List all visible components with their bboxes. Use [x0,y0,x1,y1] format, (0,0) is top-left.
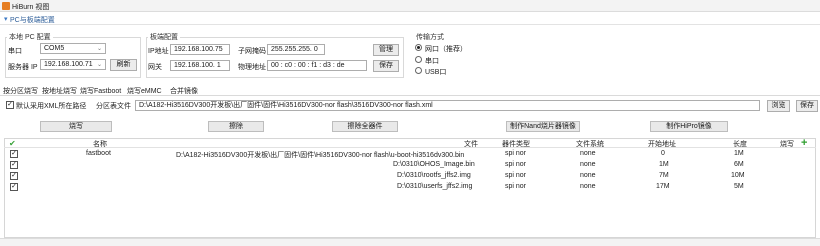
server-ip-value: 192.168.100.71 [44,61,93,68]
row-length: 1M [734,150,744,157]
server-ip-label: 服务器 IP [8,64,38,71]
board-config-group-label: 板端配置 [148,32,180,42]
window-title-bar [0,0,820,12]
add-row-icon[interactable]: + [801,137,807,149]
row-filesystem: none [580,172,596,179]
serial-port-value: COM5 [44,45,65,52]
subnet-mask-input[interactable]: 255.255.255. 0 [267,44,325,55]
row-filesystem: none [580,183,596,190]
row-device-type: spi nor [505,150,527,157]
row-device-type: spi nor [505,161,527,168]
column-header-file: 文件 [464,141,478,148]
row-length: 6M [734,161,744,168]
row-file: D:\A182-Hi3516DV300开发板\出厂固件\固件\Hi3516DV3… [176,152,465,159]
tab-fastboot-burn[interactable]: 烧写Fastboot [80,86,121,96]
tab-address-burn[interactable]: 按地址烧写 [42,86,77,96]
board-save-button[interactable]: 保存 [373,60,399,72]
mac-address-input[interactable]: 00 : c0 : 00 : f1 : d3 : de [267,60,367,71]
row-file: D:\0310\rootfs_jffs2.img [397,172,471,179]
transfer-network-label: 网口（推荐） [425,46,467,53]
row-file: D:\0310\userfs_jffs2.img [397,183,473,190]
chevron-down-icon: ⌄ [96,46,102,52]
ip-address-input[interactable]: 192.168.100.75 [170,44,230,55]
partition-table-file-label: 分区表文件 [96,103,131,110]
row-checkbox[interactable]: ✓ [10,150,18,158]
partition-save-button[interactable]: 保存 [796,100,818,112]
serial-port-select[interactable]: COM5 ⌄ [40,43,106,54]
column-header-device-type: 器件类型 [502,141,530,148]
window-title: HiBurn 视图 [12,4,50,11]
column-header-burn: 烧写 [780,141,794,148]
tab-emmc-burn[interactable]: 烧写eMMC [127,86,162,96]
transfer-usb-label: USB口 [425,69,447,76]
select-all-check-icon[interactable]: ✔ [9,139,16,148]
tab-merge-image[interactable]: 合并镜像 [170,86,198,96]
collapse-chevron-icon[interactable]: ▾ [4,15,8,23]
tab-partition-burn[interactable]: 按分区烧写 [3,86,38,96]
gateway-label: 网关 [148,64,162,71]
xml-default-path-checkbox[interactable]: ✓ [6,101,14,109]
row-start-address: 17M [656,183,670,190]
column-header-start-address: 开始地址 [648,141,676,148]
row-filesystem: none [580,161,596,168]
local-pc-group-label: 本地 PC 配置 [7,32,53,42]
row-checkbox[interactable]: ✓ [10,172,18,180]
row-file: D:\0310\OHOS_Image.bin [393,161,475,168]
status-bar [0,238,820,246]
browse-button[interactable]: 浏览 [767,100,790,112]
server-ip-select[interactable]: 192.168.100.71 ⌄ [40,59,106,70]
ip-address-label: IP地址 [148,48,169,55]
panel-header[interactable] [0,13,820,25]
table-header-divider [4,147,816,148]
transfer-mode-group-label: 传输方式 [414,32,446,42]
row-filesystem: none [580,150,596,157]
mac-address-label: 物理地址 [238,64,266,71]
row-length: 10M [731,172,745,179]
row-name: fastboot [86,150,111,157]
row-start-address: 7M [659,172,669,179]
chevron-down-icon: ⌄ [96,62,102,68]
make-nand-image-button[interactable]: 制作Nand烧片器镜像 [506,121,580,132]
column-header-length: 长度 [733,141,747,148]
refresh-button[interactable]: 刷新 [110,59,137,71]
row-device-type: spi nor [505,183,527,190]
burn-button[interactable]: 烧写 [40,121,112,132]
row-checkbox[interactable]: ✓ [10,183,18,191]
row-checkbox[interactable]: ✓ [10,161,18,169]
row-start-address: 1M [659,161,669,168]
row-start-address: 0 [661,150,665,157]
make-hipro-image-button[interactable]: 制作HiPro镜像 [650,121,728,132]
transfer-serial-label: 串口 [425,58,439,65]
serial-port-label: 串口 [8,48,22,55]
app-icon [2,2,10,10]
erase-button[interactable]: 擦除 [208,121,264,132]
erase-all-button[interactable]: 擦除全器件 [332,121,398,132]
xml-default-path-label: 默认采用XML所在路径 [16,103,87,110]
column-header-name: 名称 [93,141,107,148]
panel-title: PC与板端配置 [10,17,55,24]
subnet-mask-label: 子网掩码 [238,48,266,55]
column-header-filesystem: 文件系统 [576,141,604,148]
transfer-network-radio[interactable] [415,44,422,51]
manage-button[interactable]: 管理 [373,44,399,56]
partition-table-file-input[interactable]: D:\A182-Hi3516DV300开发板\出厂固件\固件\Hi3516DV3… [135,100,760,111]
row-length: 5M [734,183,744,190]
row-device-type: spi nor [505,172,527,179]
transfer-usb-radio[interactable] [415,67,422,74]
tab-strip-divider [0,95,820,96]
transfer-serial-radio[interactable] [415,56,422,63]
gateway-input[interactable]: 192.168.100. 1 [170,60,230,71]
